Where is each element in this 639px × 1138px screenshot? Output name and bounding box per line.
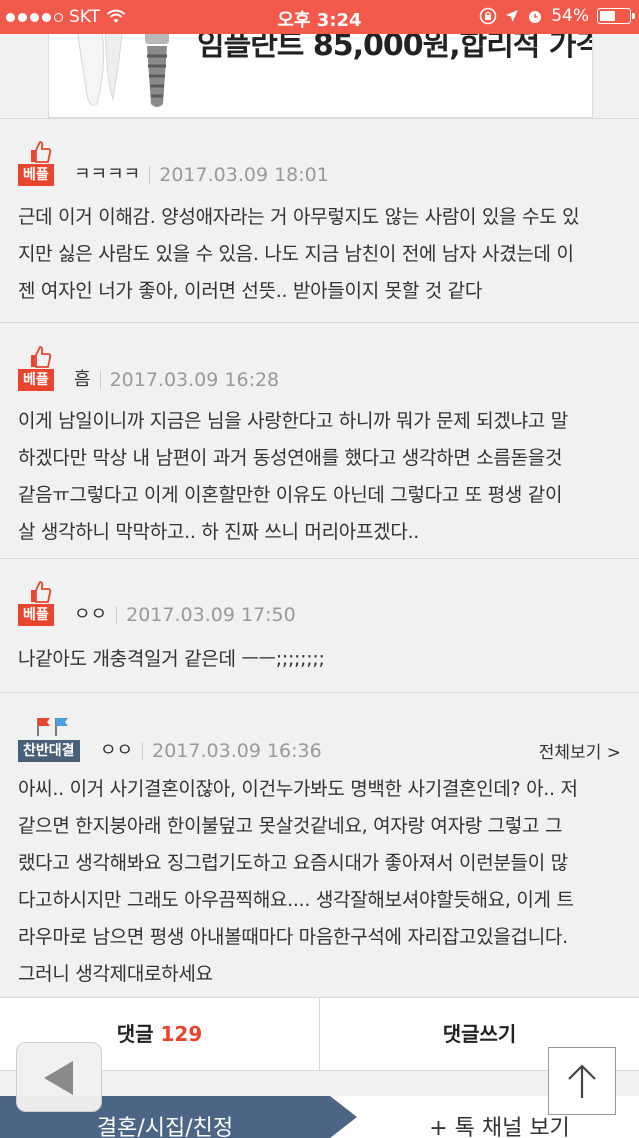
best-badge-label: 베플 (18, 604, 54, 626)
comment-body: 근데 이거 이해감. 양성애자라는 거 아무렇지도 않는 사람이 있을 수도 있… (18, 199, 626, 310)
best-badge: 베플 (18, 345, 64, 391)
comment-line: 아씨.. 이거 사기결혼이잖아, 이건누가봐도 명백한 사기결혼인데? 아.. … (18, 778, 578, 800)
flags-icon (37, 718, 68, 736)
comment-author: ㅋㅋㅋㅋ (74, 164, 141, 185)
best-badge-label: 베플 (18, 369, 54, 391)
battery-icon (597, 8, 635, 24)
comment-line: 나같아도 개충격일거 같은데 ㅡㅡ;;;;;;;; (18, 648, 325, 670)
arrow-up-icon (568, 1064, 596, 1098)
best-badge-label: 베플 (18, 164, 54, 186)
battery-percent: 54% (551, 6, 589, 26)
comment-item: 찬반대결 ㅇㅇ 2017.03.09 16:36 전체보기 > 아씨.. 이거 … (0, 692, 639, 997)
comment-line: 그러니 생각제대로하세요 (18, 963, 213, 985)
meta-divider (142, 742, 144, 760)
meta-divider (149, 166, 151, 184)
debate-badge: 찬반대결 (18, 716, 90, 762)
comment-date: 2017.03.09 18:01 (159, 164, 329, 186)
comment-date: 2017.03.09 17:50 (126, 604, 296, 626)
comment-line: 다고하시지만 그래도 아우끔찍해요.... 생각잘해보셔야할듯해요, 이게 트 (18, 889, 574, 911)
ad-headline: 임플란트 85,000원,합리적 가격은? (197, 34, 592, 63)
comment-line: 같으면 한지붕아래 한이불덮고 못살것같네요, 여자랑 여자랑 그렇고 그 (18, 815, 563, 837)
comment-item: 베플 ㅋㅋㅋㅋ 2017.03.09 18:01 근데 이거 이해감. 양성애자… (0, 118, 639, 322)
comment-date: 2017.03.09 16:36 (152, 740, 322, 762)
scroll-top-button[interactable] (548, 1047, 616, 1115)
thumbs-up-icon (31, 581, 52, 603)
ad-banner[interactable]: 임플란트 85,000원,합리적 가격은? (48, 34, 593, 118)
comment-body: 아씨.. 이거 사기결혼이잖아, 이건누가봐도 명백한 사기결혼인데? 아.. … (18, 771, 626, 993)
back-arrow-icon (44, 1061, 73, 1095)
app-screen: { "status_bar": { "carrier": "SKT", "tim… (0, 0, 639, 1138)
screen-lock-icon (479, 7, 497, 25)
comment-item: 베플 ㅇㅇ 2017.03.09 17:50 나같아도 개충격일거 같은데 ㅡㅡ… (0, 558, 639, 692)
comment-date: 2017.03.09 16:28 (109, 369, 280, 391)
comment-author: 흠 (74, 369, 91, 390)
thumbs-up-icon (31, 141, 52, 163)
battery-fill (600, 11, 615, 21)
meta-divider (99, 371, 101, 389)
comments-label: 댓글 (116, 1022, 154, 1046)
comment-line: 지만 싫은 사람도 있을 수 있음. 나도 지금 남친이 전에 남자 사겼는데 … (18, 243, 574, 265)
comment-line: 라우마로 남으면 평생 아내볼때마다 마음한구석에 자리잡고있을겁니다. (18, 926, 568, 948)
comment-body: 이게 남일이니까 지금은 님을 사랑한다고 하니까 뭐가 문제 되겠냐고 말 하… (18, 403, 626, 551)
comment-line: 근데 이거 이해감. 양성애자라는 거 아무렇지도 않는 사람이 있을 수도 있 (18, 206, 580, 228)
comment-line: 같음ㅠ그렇다고 이게 이혼할만한 이유도 아닌데 그렇다고 또 평생 같이 (18, 484, 563, 506)
comment-line: 하겠다만 막상 내 남편이 과거 동성연애를 했다고 생각하면 소름돋을것 (18, 447, 563, 469)
comment-item: 베플 흠 2017.03.09 16:28 이게 남일이니까 지금은 님을 사랑… (0, 322, 639, 558)
comment-body: 나같아도 개충격일거 같은데 ㅡㅡ;;;;;;;; (18, 641, 626, 678)
alarm-icon (529, 11, 542, 23)
comment-author: ㅇㅇ (100, 740, 134, 761)
comments-count: 129 (160, 1022, 203, 1046)
comment-line: 젠 여자인 너가 좋아, 이러면 선뜻.. 받아들이지 못할 것 같다 (18, 280, 483, 302)
status-bar: SKT 오후 3:24 54% (0, 0, 639, 34)
comment-line: 랬다고 생각해봐요 징그럽기도하고 요즘시대가 좋아져서 이런분들이 많 (18, 852, 568, 874)
best-badge: 베플 (18, 580, 64, 626)
comment-line: 이게 남일이니까 지금은 님을 사랑한다고 하니까 뭐가 문제 되겠냐고 말 (18, 410, 568, 432)
thumbs-up-icon (31, 346, 52, 368)
location-icon (506, 10, 519, 22)
comment-author: ㅇㅇ (74, 604, 108, 625)
back-button[interactable] (16, 1042, 102, 1112)
comment-line: 살 생각하니 막막하고.. 하 진짜 쓰니 머리아프겠다.. (18, 521, 419, 543)
dental-implant-image (77, 34, 169, 107)
best-badge: 베플 (18, 140, 64, 186)
category-tab[interactable]: 결혼/시집/친정 (0, 1110, 330, 1138)
debate-badge-label: 찬반대결 (18, 740, 80, 762)
view-all-link[interactable]: 전체보기 > (539, 738, 621, 763)
meta-divider (116, 606, 118, 624)
